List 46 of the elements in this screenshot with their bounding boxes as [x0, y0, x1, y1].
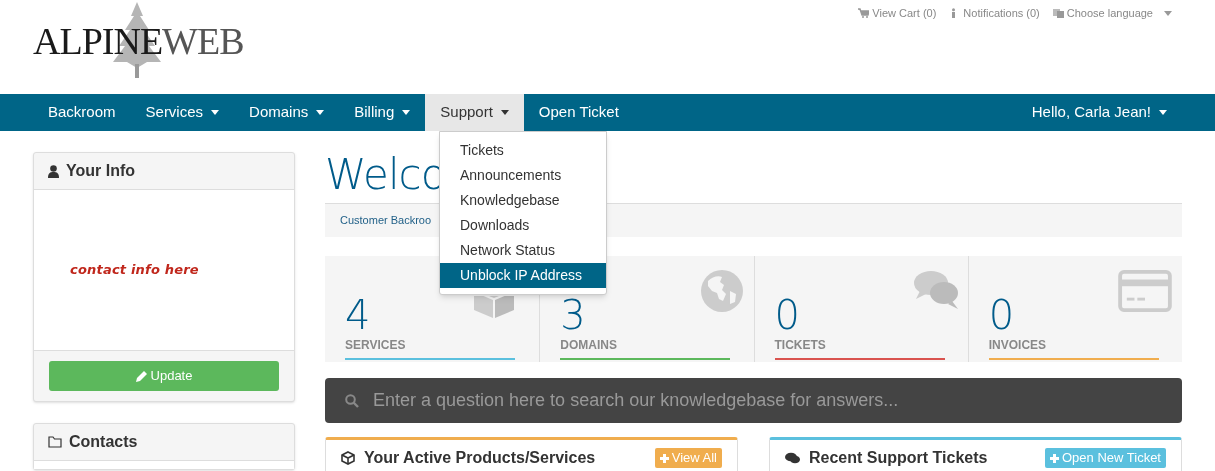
nav-tab[interactable]: Support: [425, 94, 524, 131]
top-link[interactable]: View Cart (0): [858, 5, 937, 22]
comments-icon: [785, 452, 800, 464]
top-link[interactable]: Choose language: [1052, 5, 1172, 22]
panel-title: Your Info: [66, 161, 136, 181]
nav-tab[interactable]: Open Ticket: [523, 94, 634, 131]
nav-tab[interactable]: Billing: [339, 94, 426, 131]
stat-label: INVOICES: [988, 337, 1047, 354]
nav-tab[interactable]: Backroom: [33, 94, 131, 131]
panel-title: Your Active Products/Services: [364, 448, 596, 468]
globe-icon: [699, 269, 744, 313]
credit-card-icon: [1118, 269, 1172, 313]
dropdown-item[interactable]: Tickets: [440, 138, 606, 163]
dropdown-item[interactable]: Announcements: [440, 163, 606, 188]
panel-title: Recent Support Tickets: [809, 448, 988, 468]
dropdown-item[interactable]: Downloads: [440, 213, 606, 238]
logo-text: WEB: [162, 22, 244, 60]
contact-info-text: contact info here: [70, 261, 199, 280]
dropdown-item[interactable]: Network Status: [440, 238, 606, 263]
translate-icon: [1052, 7, 1064, 19]
breadcrumb-link[interactable]: Customer Backroo: [340, 212, 432, 229]
nav-tab[interactable]: Services: [130, 94, 235, 131]
top-link[interactable]: Notifications (0): [949, 5, 1040, 22]
folder-icon: [48, 436, 62, 448]
stat-number: 0: [988, 296, 1015, 334]
pencil-icon: [135, 370, 147, 382]
stat-number: 0: [774, 296, 800, 334]
plus-icon: [659, 453, 669, 463]
dropdown-item[interactable]: Unblock IP Address: [440, 263, 606, 288]
plus-icon: [1050, 453, 1059, 463]
cube-icon: [341, 451, 355, 465]
dropdown-item[interactable]: Knowledgebase: [440, 188, 606, 213]
logo-text: ALPINE: [33, 22, 163, 60]
search-field[interactable]: Enter a question here to search our knowledgebase for answers...: [373, 387, 1162, 414]
search-bar[interactable]: Enter a question here to search our knowledgebase for answers...: [325, 378, 1182, 423]
cart-icon: [858, 7, 870, 19]
user-icon: [48, 164, 59, 178]
panel-title: Contacts: [69, 432, 138, 452]
stat-number: 4: [345, 296, 371, 334]
search-icon: [345, 393, 359, 408]
nav-tab[interactable]: Domains: [234, 94, 340, 131]
stat-label: SERVICES: [345, 337, 406, 354]
stat-number: 3: [560, 296, 586, 334]
stat-label: DOMAINS: [560, 337, 617, 354]
stat-label: TICKETS: [774, 337, 826, 354]
user-menu[interactable]: Hello, Carla Jean!: [1016, 94, 1182, 131]
